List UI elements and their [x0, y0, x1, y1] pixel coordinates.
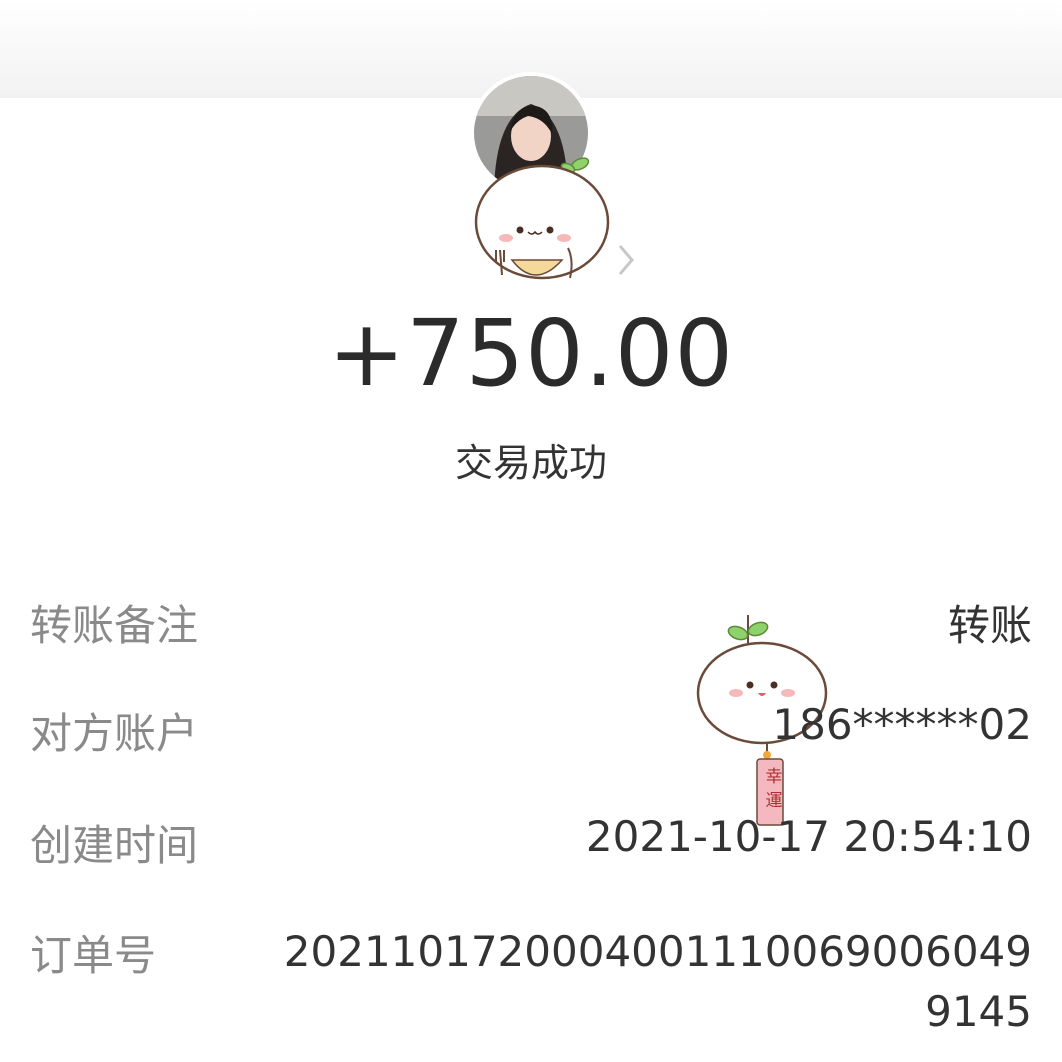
created-time-value: 2021-10-17 20:54:10: [585, 812, 1032, 861]
detail-row-order-number: 订单号 20211017200040011100690060499145: [30, 922, 1032, 1042]
remark-label: 转账备注: [30, 601, 199, 650]
order-number-value[interactable]: 20211017200040011100690060499145: [258, 922, 1032, 1042]
account-value: 186******02: [772, 700, 1032, 749]
detail-row-created-time: 创建时间 2021-10-17 20:54:10: [30, 812, 1032, 872]
created-time-label: 创建时间: [30, 821, 199, 870]
detail-row-remark: 转账备注 转账: [30, 592, 1032, 652]
remark-value: 转账: [947, 601, 1032, 650]
transaction-amount: +750.00: [328, 300, 734, 407]
order-number-label: 订单号: [30, 931, 157, 980]
transaction-detail-page: 幸運 +750.00 交易成功 转账备注 转账 对方账户 186******02…: [0, 0, 1062, 1062]
account-label: 对方账户: [30, 709, 199, 758]
transaction-status: 交易成功: [454, 441, 607, 485]
lucky-charm-text: 幸運: [765, 767, 783, 811]
detail-row-account: 对方账户 186******02: [30, 700, 1032, 760]
bun-sticker-fork-icon: [474, 157, 610, 280]
